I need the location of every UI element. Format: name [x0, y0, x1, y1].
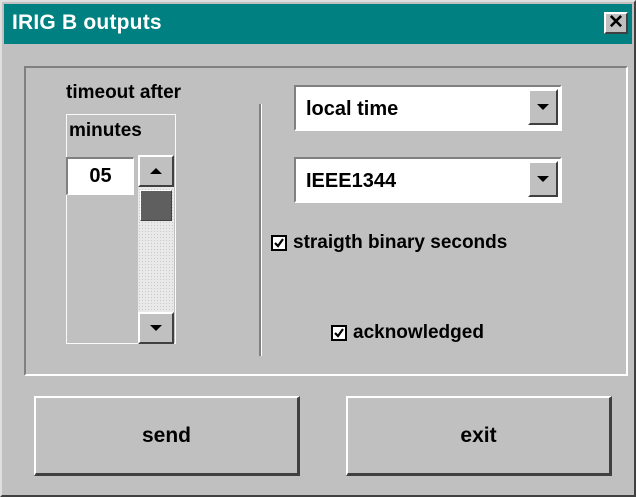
- acknowledged-checkbox[interactable]: [331, 325, 347, 341]
- exit-button[interactable]: exit: [346, 396, 612, 476]
- straight-binary-seconds-option[interactable]: straigth binary seconds: [271, 232, 507, 254]
- arrow-down-icon: [150, 325, 162, 331]
- title-bar[interactable]: IRIG B outputs ✕: [4, 4, 632, 44]
- send-button[interactable]: send: [34, 396, 300, 476]
- time-mode-select[interactable]: local time: [294, 85, 562, 131]
- timeout-label: timeout after: [66, 82, 182, 103]
- acknowledged-option[interactable]: acknowledged: [331, 322, 484, 344]
- minutes-scrollbar[interactable]: [138, 155, 174, 344]
- close-icon: ✕: [608, 12, 624, 33]
- arrow-up-icon: [150, 168, 162, 174]
- time-mode-dropdown-button[interactable]: [528, 89, 558, 125]
- scroll-thumb[interactable]: [140, 190, 172, 221]
- minutes-input[interactable]: 05: [66, 157, 134, 195]
- straight-binary-seconds-checkbox[interactable]: [271, 235, 287, 251]
- scroll-down-button[interactable]: [138, 312, 174, 344]
- chevron-down-icon: [537, 176, 549, 182]
- straight-binary-seconds-label: straigth binary seconds: [293, 232, 508, 253]
- format-value: IEEE1344: [306, 170, 397, 192]
- time-mode-value: local time: [306, 98, 399, 120]
- format-select[interactable]: IEEE1344: [294, 157, 562, 203]
- scroll-up-button[interactable]: [138, 155, 174, 187]
- vertical-divider: [259, 104, 262, 356]
- format-dropdown-button[interactable]: [528, 161, 558, 197]
- checkmark-icon: [334, 328, 344, 338]
- checkmark-icon: [274, 238, 284, 248]
- chevron-down-icon: [537, 104, 549, 110]
- window-title: IRIG B outputs: [12, 11, 162, 34]
- minutes-label: minutes: [69, 120, 142, 141]
- close-button[interactable]: ✕: [604, 12, 628, 34]
- acknowledged-label: acknowledged: [353, 322, 484, 343]
